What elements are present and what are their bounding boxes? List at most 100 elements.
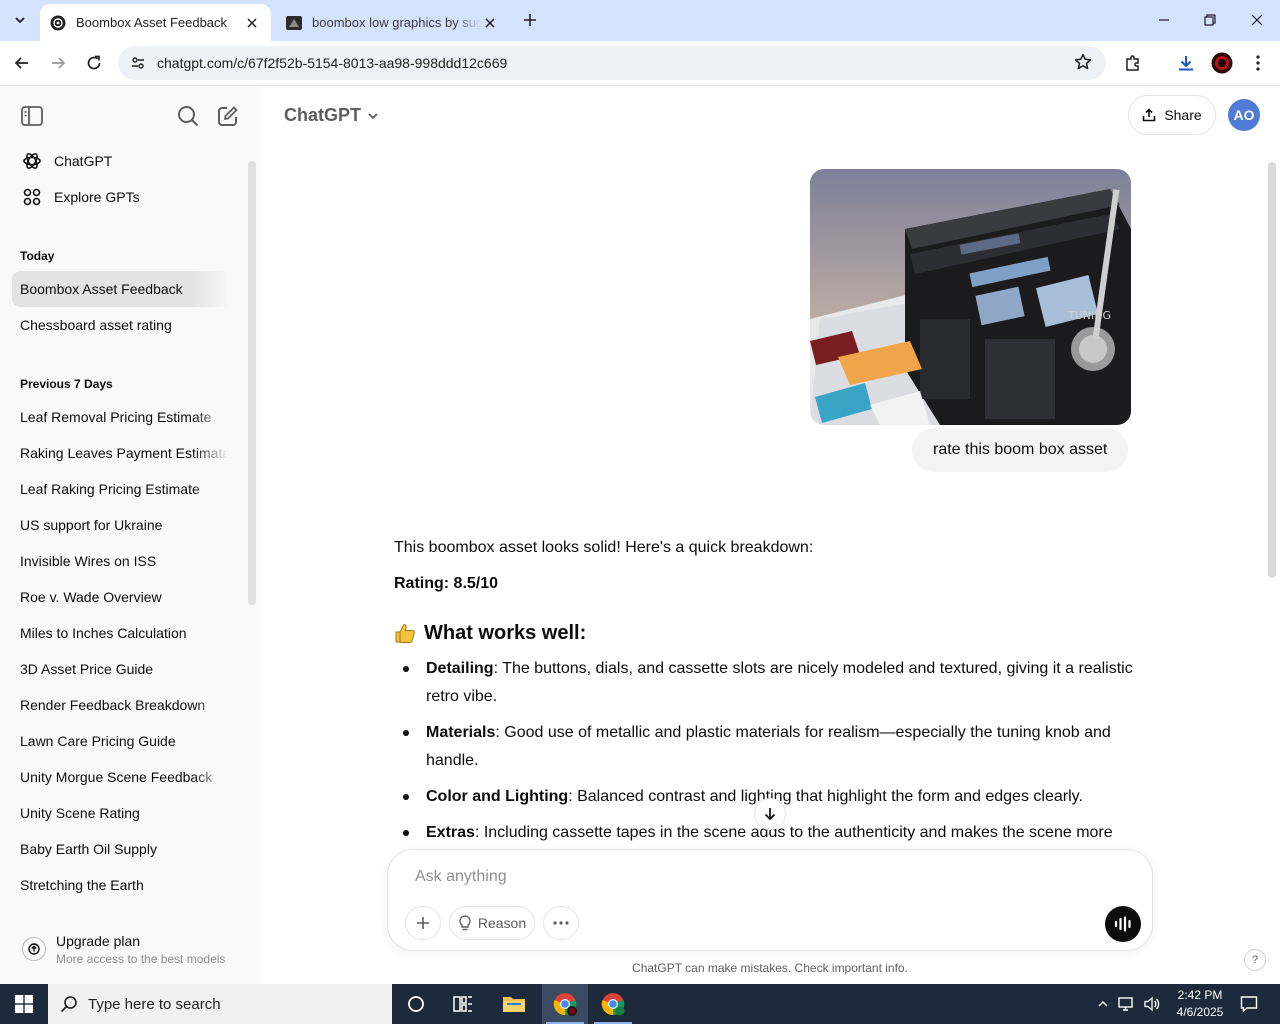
network-button[interactable] — [1115, 984, 1139, 1024]
speaker-icon — [1144, 996, 1160, 1012]
clock-date: 4/6/2025 — [1176, 1005, 1224, 1019]
action-center-button[interactable] — [1236, 984, 1262, 1024]
tab-boombox-asset-feedback[interactable]: Boombox Asset Feedback — [40, 4, 271, 41]
sidebar-scrollbar[interactable] — [248, 161, 256, 605]
sidebar-nav-explore-gpts[interactable]: Explore GPTs — [12, 180, 234, 214]
upgrade-plan-button[interactable]: Upgrade plan More access to the best mod… — [20, 927, 250, 971]
kebab-menu-icon — [1256, 55, 1260, 71]
more-tools-button[interactable] — [543, 906, 579, 940]
chrome-taskbar-button-active[interactable] — [542, 984, 588, 1024]
sidebar-nav-label: ChatGPT — [54, 153, 113, 169]
downloads-button[interactable] — [1172, 49, 1200, 77]
back-button[interactable] — [8, 49, 36, 77]
show-hidden-icons-button[interactable] — [1092, 984, 1114, 1024]
taskbar-clock[interactable]: 2:42 PM 4/6/2025 — [1168, 987, 1232, 1021]
chat-item-chessboard-asset-rating[interactable]: Chessboard asset rating — [12, 307, 233, 343]
cortana-button[interactable] — [393, 984, 439, 1024]
chat-item[interactable]: Leaf Removal Pricing Estimate — [12, 399, 233, 435]
browser-toolbar: chatgpt.com/c/67f2f52b-5154-8013-aa98-99… — [0, 41, 1280, 86]
reason-button[interactable]: Reason — [449, 906, 535, 940]
close-tab-icon[interactable] — [481, 14, 499, 32]
list-item-term: Materials — [426, 724, 496, 741]
arrow-right-icon — [52, 57, 66, 69]
new-chat-button[interactable] — [215, 103, 241, 129]
plus-icon — [524, 14, 536, 26]
sidebar-nav-chatgpt[interactable]: ChatGPT — [12, 144, 234, 178]
extensions-button[interactable] — [1119, 49, 1147, 77]
arrow-down-icon — [764, 808, 776, 821]
task-view-button[interactable] — [440, 984, 486, 1024]
chat-item[interactable]: Miles to Inches Calculation — [12, 615, 233, 651]
main-panel: ChatGPT Share AO TUNING rate this boom b… — [260, 87, 1280, 984]
main-scrollbar[interactable] — [1268, 162, 1276, 578]
clock-time: 2:42 PM — [1177, 988, 1223, 1002]
share-button[interactable]: Share — [1128, 95, 1216, 135]
disclaimer-text: ChatGPT can make mistakes. Check importa… — [632, 961, 908, 975]
voice-mode-button[interactable] — [1105, 906, 1141, 942]
task-view-icon — [453, 996, 472, 1012]
minimize-button[interactable] — [1141, 0, 1187, 40]
list-item-text: : Including cassette tapes in the scene … — [474, 824, 1113, 841]
profile-avatar-icon — [1211, 52, 1233, 74]
scroll-to-bottom-button[interactable] — [754, 798, 786, 830]
taskbar-search-box[interactable]: Type here to search — [48, 984, 392, 1024]
chrome-taskbar-button[interactable] — [590, 984, 636, 1024]
help-button[interactable]: ? — [1244, 949, 1266, 971]
list-item-text: : The buttons, dials, and cassette slots… — [426, 660, 1133, 705]
answer-intro: This boombox asset looks solid! Here's a… — [394, 539, 814, 556]
file-explorer-button[interactable] — [491, 984, 537, 1024]
start-button[interactable] — [0, 984, 48, 1024]
model-selector[interactable]: ChatGPT — [284, 105, 379, 126]
volume-button[interactable] — [1140, 984, 1164, 1024]
openai-logo-icon — [22, 151, 42, 171]
chat-item[interactable]: Unity Scene Rating — [12, 795, 233, 831]
upgrade-title: Upgrade plan — [56, 933, 141, 949]
sidebar-toggle-icon — [21, 106, 43, 126]
tab-boombox-low-graphics[interactable]: boombox low graphics by sugar — [276, 4, 509, 41]
chrome-icon — [553, 993, 577, 1016]
chat-item[interactable]: Stretching the Earth — [12, 867, 233, 903]
chat-item[interactable]: Render Feedback Breakdown — [12, 687, 233, 723]
chat-item[interactable]: Invisible Wires on ISS — [12, 543, 233, 579]
new-tab-button[interactable] — [518, 8, 542, 32]
tab-search-button[interactable] — [8, 8, 32, 32]
chat-item[interactable]: Leaf Raking Pricing Estimate — [12, 471, 233, 507]
chat-item-boombox-asset-feedback[interactable]: Boombox Asset Feedback — [12, 271, 233, 307]
forward-button[interactable] — [44, 49, 72, 77]
restore-icon — [1204, 14, 1216, 26]
toggle-sidebar-button[interactable] — [19, 103, 45, 129]
bookmark-star-icon[interactable] — [1074, 53, 1092, 76]
thumbs-up-icon — [395, 623, 415, 643]
arrow-left-icon — [14, 57, 28, 69]
chat-item[interactable]: Unity Morgue Scene Feedback — [12, 759, 233, 795]
browser-menu-button[interactable] — [1244, 49, 1272, 77]
close-tab-icon[interactable] — [243, 14, 261, 32]
notification-icon — [1240, 996, 1258, 1013]
chat-item[interactable]: Roe v. Wade Overview — [12, 579, 233, 615]
tab-title: boombox low graphics by sugar — [312, 15, 481, 30]
message-composer[interactable]: Ask anything Reason — [387, 849, 1153, 951]
chat-item[interactable]: Raking Leaves Payment Estimate — [12, 435, 233, 471]
site-info-icon[interactable] — [128, 53, 148, 73]
section-title-previous-7-days: Previous 7 Days — [20, 377, 113, 391]
reload-icon — [87, 55, 101, 70]
reload-button[interactable] — [80, 49, 108, 77]
tab-title: Boombox Asset Feedback — [76, 15, 228, 30]
chat-item[interactable]: Lawn Care Pricing Guide — [12, 723, 233, 759]
reason-label: Reason — [477, 915, 527, 931]
chat-item[interactable]: 3D Asset Price Guide — [12, 651, 233, 687]
chat-item[interactable]: US support for Ukraine — [12, 507, 233, 543]
profile-button[interactable] — [1208, 49, 1236, 77]
search-chats-button[interactable] — [175, 103, 201, 129]
lightbulb-icon — [459, 915, 471, 931]
upgrade-subtitle: More access to the best models — [56, 952, 226, 966]
avatar[interactable]: AO — [1228, 99, 1260, 131]
close-window-button[interactable] — [1234, 0, 1280, 40]
boombox-render-image[interactable]: TUNING — [810, 169, 1131, 425]
composer-input[interactable]: Ask anything — [415, 868, 507, 886]
share-icon — [1143, 108, 1156, 122]
restore-button[interactable] — [1187, 0, 1233, 40]
address-bar[interactable]: chatgpt.com/c/67f2f52b-5154-8013-aa98-99… — [118, 46, 1106, 80]
attach-button[interactable] — [405, 906, 441, 940]
chat-item[interactable]: Baby Earth Oil Supply — [12, 831, 233, 867]
